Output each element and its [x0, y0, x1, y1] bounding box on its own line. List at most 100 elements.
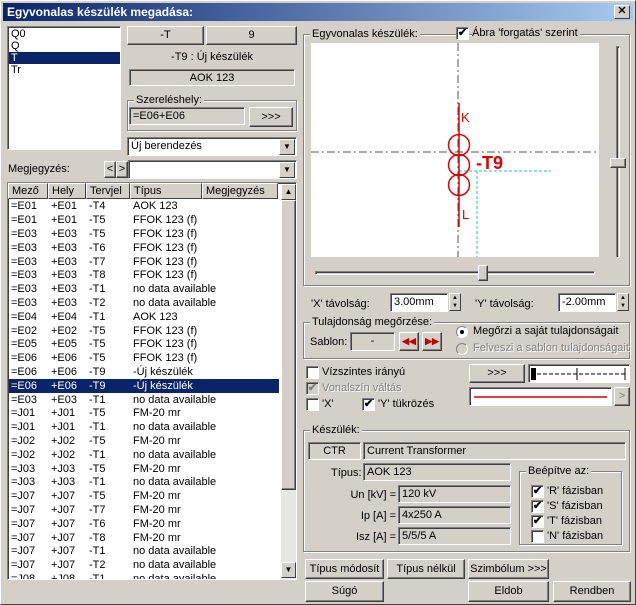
table-cell: +E03	[51, 227, 77, 240]
table-row[interactable]: =E01 +E01 -T4 AOK 123	[9, 200, 279, 214]
note-field[interactable]: ▼	[128, 160, 297, 179]
phase-checkbox[interactable]	[531, 530, 544, 543]
table-row[interactable]: =J02 +J02 -T5 FM-20 mr	[9, 435, 279, 449]
chevron-down-icon[interactable]: ▼	[279, 139, 295, 155]
close-button[interactable]: ✕	[614, 5, 630, 19]
ip-field: 4x250 A	[398, 506, 511, 524]
table-row[interactable]: =J07 +J07 -T6 FM-20 mr	[9, 517, 279, 531]
new-device-select[interactable]: Új berendezés ▼	[127, 137, 297, 156]
table-cell: =J01	[11, 407, 36, 420]
table-row[interactable]: =J01 +J01 -T1 no data available	[9, 421, 279, 435]
table-row[interactable]: =E06 +E06 -T9 -Új készülék	[9, 379, 279, 394]
discard-button[interactable]: Eldob	[468, 581, 549, 602]
phase-checkbox[interactable]: ✔	[531, 515, 544, 528]
no-type-button[interactable]: Típus nélkül	[387, 559, 465, 579]
table-row[interactable]: =E06 +E06 -T9 -Új készülék	[9, 366, 279, 380]
table-cell: +E01	[51, 214, 77, 227]
scroll-up-icon[interactable]: ▲	[281, 184, 296, 200]
x-slider-thumb[interactable]	[478, 265, 488, 281]
phase-list-item[interactable]: Tr	[9, 64, 120, 76]
table-header-cell[interactable]: Hely	[48, 183, 86, 199]
template-prev-icon[interactable]: ◀◀	[399, 332, 419, 351]
table-row[interactable]: =E01 +E01 -T5 FFOK 123 (f)	[9, 214, 279, 228]
note-prev-button[interactable]: <	[104, 161, 116, 178]
phase-list-item[interactable]: Q0	[9, 28, 120, 40]
table-row[interactable]: =E04 +E04 -T1 AOK 123	[9, 310, 279, 324]
table-cell: =E06	[11, 352, 37, 365]
table-row[interactable]: =E03 +E03 -T2 no data available	[9, 297, 279, 311]
table-row[interactable]: =J07 +J07 -T5 FM-20 mr	[9, 490, 279, 504]
table-scrollbar[interactable]: ▲ ▼	[281, 184, 296, 579]
phase-list-item[interactable]: T	[9, 52, 120, 64]
table-row[interactable]: =J07 +J07 -T1 no data available	[9, 545, 279, 559]
horizontal-checkbox[interactable]	[306, 366, 319, 379]
table-row[interactable]: =E03 +E03 -T6 FFOK 123 (f)	[9, 241, 279, 255]
phase-checkbox[interactable]: ✔	[531, 500, 544, 513]
table-cell: AOK 123	[133, 200, 178, 213]
table-row[interactable]: =J07 +J07 -T7 FM-20 mr	[9, 504, 279, 518]
y-slider[interactable]	[609, 46, 627, 258]
table-cell: +J01	[51, 407, 76, 420]
x-distance-field[interactable]: 3.00mm	[390, 293, 448, 312]
table-cell: +E02	[51, 324, 77, 337]
rotate-checkbox[interactable]: ✔	[456, 27, 469, 40]
table-row[interactable]: =J07 +J07 -T8 FM-20 mr	[9, 531, 279, 545]
minus-t-button[interactable]: -T	[127, 26, 204, 45]
color-change-checkbox[interactable]: ✔	[306, 382, 319, 395]
help-button[interactable]: Súgó	[305, 581, 384, 602]
table-row[interactable]: =J03 +J03 -T1 no data available	[9, 476, 279, 490]
y-slider-thumb[interactable]	[610, 158, 626, 168]
table-cell: =E06	[11, 365, 37, 378]
table-header-cell[interactable]: Mező	[8, 183, 48, 199]
radio-take[interactable]	[456, 343, 468, 355]
y-distance-field[interactable]: -2.00mm	[558, 293, 616, 312]
x-distance-spinner[interactable]: ▲ ▼	[449, 293, 461, 311]
table-header-cell[interactable]: Típus	[130, 183, 202, 199]
table-cell: no data available	[133, 283, 217, 296]
nine-button[interactable]: 9	[206, 26, 297, 45]
table-cell: +J03	[51, 462, 76, 475]
table-row[interactable]: =E06 +E06 -T5 FFOK 123 (f)	[9, 352, 279, 366]
line-style-preview-svg	[531, 368, 627, 380]
table-row[interactable]: =J07 +J07 -T2 no data available	[9, 559, 279, 573]
table-row[interactable]: =E05 +E05 -T5 FFOK 123 (f)	[9, 338, 279, 352]
table-header-cell[interactable]: Megjegyzés	[202, 183, 278, 199]
chevron-down-icon[interactable]: ▼	[279, 162, 295, 178]
scroll-thumb[interactable]	[281, 200, 296, 490]
symbol-button[interactable]: Szimbólum >>>	[468, 559, 549, 579]
phase-list-item[interactable]: Q	[9, 40, 120, 52]
radio-keep[interactable]	[456, 326, 468, 338]
scroll-down-icon[interactable]: ▼	[281, 562, 296, 578]
table-cell: =E06	[9, 379, 49, 394]
table-row[interactable]: =E03 +E03 -T1 no data available	[9, 283, 279, 297]
x-slider[interactable]	[315, 263, 599, 283]
y-distance-spinner[interactable]: ▲ ▼	[617, 293, 629, 311]
table-cell: +E03	[51, 269, 77, 282]
table-row[interactable]: =E03 +E03 -T8 FFOK 123 (f)	[9, 269, 279, 283]
table-row[interactable]: =J03 +J03 -T5 FM-20 mr	[9, 462, 279, 476]
table-cell: =J03	[11, 476, 36, 489]
note-next-button[interactable]: >	[116, 161, 128, 178]
table-row[interactable]: =E02 +E02 -T5 FFOK 123 (f)	[9, 324, 279, 338]
ok-button[interactable]: Rendben	[553, 581, 631, 602]
table-cell: -T1	[89, 448, 106, 461]
table-row[interactable]: =J02 +J02 -T1 no data available	[9, 448, 279, 462]
table-cell: =E01	[11, 214, 37, 227]
table-header-cell[interactable]: Tervjel	[86, 183, 130, 199]
table-cell: no data available	[133, 545, 217, 558]
table-row[interactable]: =E03 +E03 -T7 FFOK 123 (f)	[9, 255, 279, 269]
location-browse-button[interactable]: >>>	[249, 107, 293, 127]
type-modify-button[interactable]: Típus módosít	[305, 559, 384, 579]
phase-listbox[interactable]: Q0 Q T Tr	[7, 26, 121, 150]
y-mirror-checkbox[interactable]: ✔	[362, 398, 375, 411]
template-next-icon[interactable]: ▶▶	[422, 332, 442, 351]
x-mirror-checkbox[interactable]	[306, 398, 319, 411]
line-style-button[interactable]: >>>	[469, 364, 525, 383]
table-row[interactable]: =E03 +E03 -T1 no data available	[9, 393, 279, 407]
table-cell: =J01	[11, 421, 36, 434]
table-row[interactable]: =J01 +J01 -T5 FM-20 mr	[9, 407, 279, 421]
line-color-button[interactable]: >	[614, 387, 630, 406]
table-row[interactable]: =E03 +E03 -T5 FFOK 123 (f)	[9, 228, 279, 242]
phase-checkbox[interactable]: ✔	[531, 485, 544, 498]
table-row[interactable]: =J08 +J08 -T1 no data available	[9, 573, 279, 579]
